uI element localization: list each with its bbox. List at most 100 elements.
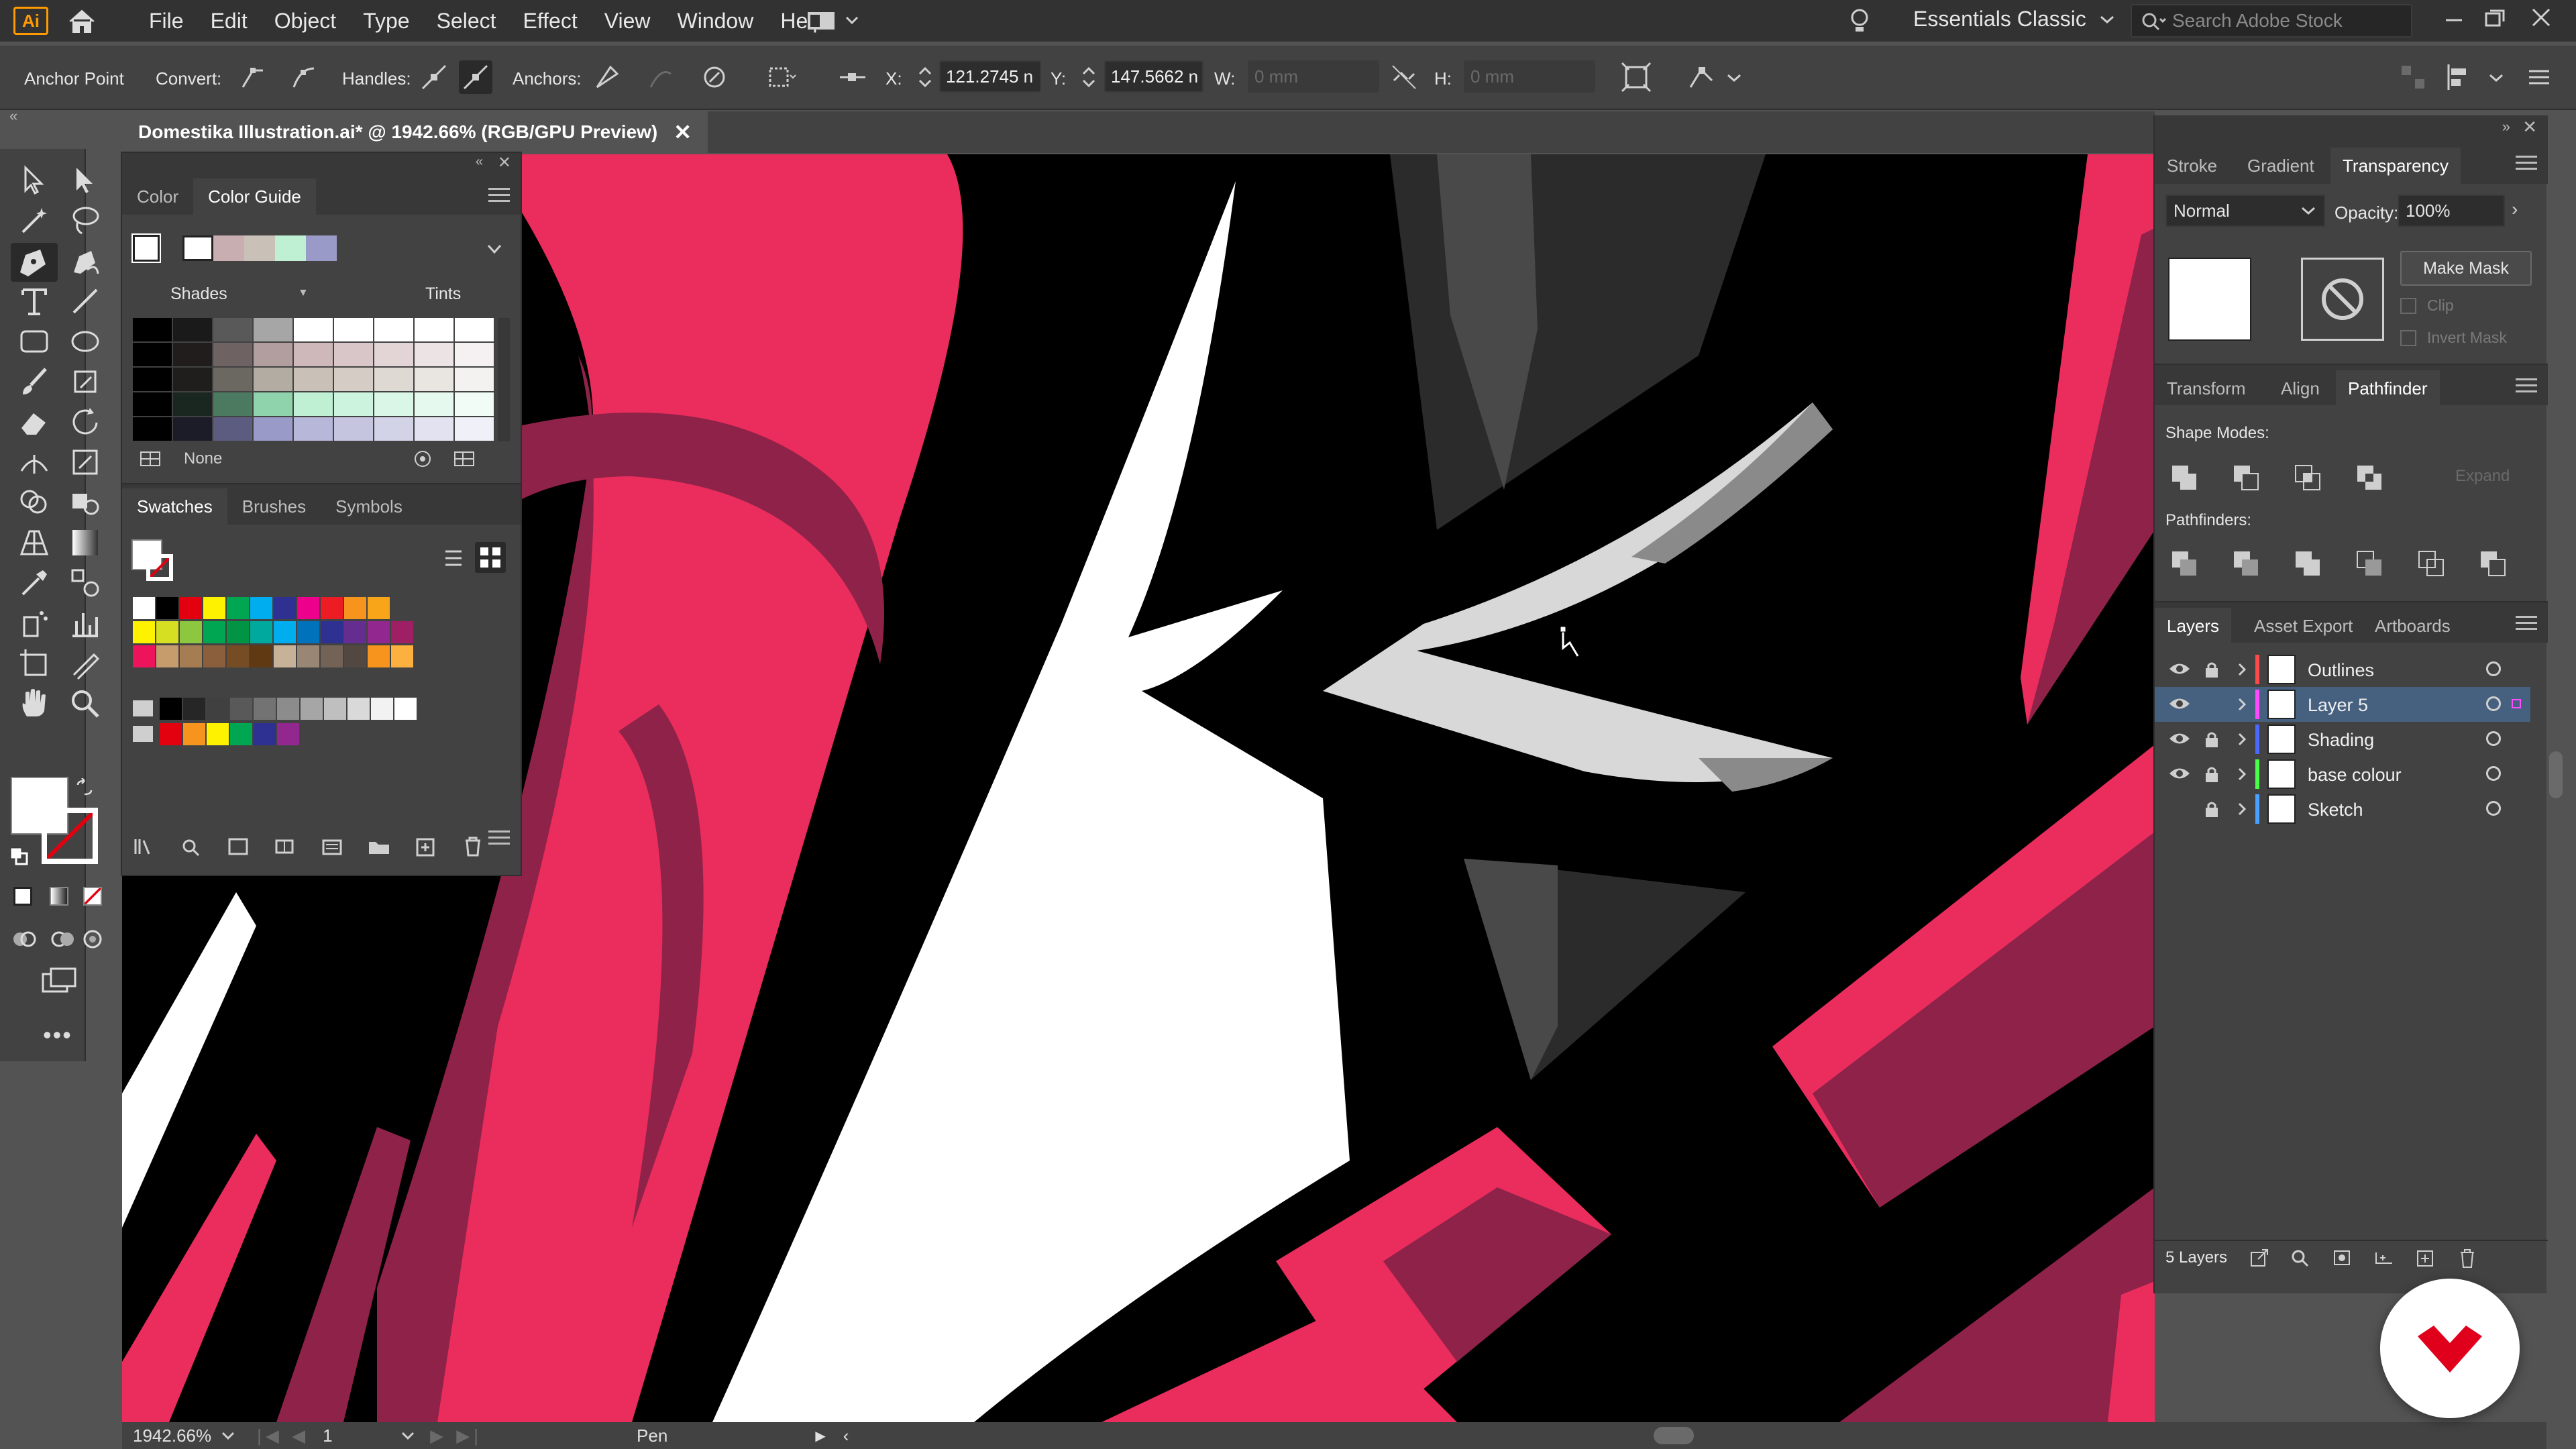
swatch[interactable] bbox=[321, 621, 343, 643]
close-panel-icon[interactable]: ✕ bbox=[498, 153, 511, 172]
tab-transparency[interactable]: Transparency bbox=[2330, 148, 2461, 184]
guide-swatch[interactable] bbox=[173, 368, 212, 391]
merge-icon[interactable] bbox=[2292, 547, 2324, 580]
direct-selection-tool-icon[interactable] bbox=[67, 162, 103, 199]
search-adobe-stock-input[interactable]: Search Adobe Stock bbox=[2131, 4, 2412, 38]
tab-transform[interactable]: Transform bbox=[2155, 370, 2258, 407]
guide-swatch[interactable] bbox=[213, 343, 252, 366]
artboard-prev-icons[interactable]: |◀ ◀ bbox=[257, 1426, 309, 1446]
menu-type[interactable]: Type bbox=[363, 9, 409, 34]
delete-layer-icon[interactable] bbox=[2455, 1247, 2479, 1269]
chevron-down-icon[interactable] bbox=[2486, 60, 2506, 94]
gradient-mode-icon[interactable] bbox=[50, 887, 68, 906]
draw-inside-icon[interactable] bbox=[79, 924, 106, 954]
edit-colors-icon[interactable] bbox=[411, 448, 435, 470]
guide-swatch[interactable] bbox=[254, 343, 292, 366]
artboard-select[interactable]: 1 bbox=[323, 1424, 417, 1448]
swatch[interactable] bbox=[133, 597, 155, 619]
lightbulb-icon[interactable] bbox=[1846, 7, 1873, 35]
draw-normal-icon[interactable] bbox=[9, 924, 39, 954]
guide-swatch[interactable] bbox=[254, 318, 292, 341]
opacity-arrow-icon[interactable]: › bbox=[2512, 199, 2518, 220]
guide-swatch[interactable] bbox=[455, 368, 494, 391]
guide-swatch[interactable] bbox=[133, 368, 172, 391]
guide-swatch[interactable] bbox=[334, 392, 373, 416]
slice-tool-icon[interactable] bbox=[67, 645, 103, 682]
home-icon[interactable] bbox=[67, 8, 97, 35]
pen-tool-icon[interactable] bbox=[11, 243, 58, 282]
graph-tool-icon[interactable] bbox=[67, 605, 103, 641]
locate-object-icon[interactable] bbox=[2289, 1247, 2313, 1269]
folder-icon[interactable] bbox=[133, 726, 153, 742]
isolate-group-icon[interactable] bbox=[765, 60, 798, 94]
eye-icon[interactable] bbox=[2168, 730, 2191, 747]
menu-object[interactable]: Object bbox=[274, 9, 336, 34]
perspective-grid-tool-icon[interactable] bbox=[16, 525, 52, 561]
chevron-right-icon[interactable] bbox=[2235, 766, 2249, 782]
make-mask-button[interactable]: Make Mask bbox=[2400, 251, 2532, 286]
make-clipping-mask-icon[interactable] bbox=[2330, 1247, 2355, 1269]
panel-menu-icon[interactable] bbox=[488, 188, 510, 204]
panel-menu-icon[interactable] bbox=[2516, 156, 2537, 172]
none-mode-icon[interactable] bbox=[83, 887, 102, 906]
guide-swatch[interactable] bbox=[455, 343, 494, 366]
swatch[interactable] bbox=[347, 698, 370, 720]
scroll-left-icon[interactable]: ‹ bbox=[843, 1426, 849, 1446]
swatch[interactable] bbox=[203, 645, 225, 667]
menu-edit[interactable]: Edit bbox=[211, 9, 248, 34]
y-position-field[interactable]: 147.5662 n bbox=[1104, 60, 1203, 93]
swatch[interactable] bbox=[321, 645, 343, 667]
swatch[interactable] bbox=[133, 621, 155, 643]
swatch[interactable] bbox=[324, 698, 346, 720]
new-swatch-icon[interactable] bbox=[413, 835, 439, 858]
swatch[interactable] bbox=[254, 698, 276, 720]
guide-swatch[interactable] bbox=[415, 417, 453, 441]
tab-color-guide[interactable]: Color Guide bbox=[193, 178, 316, 215]
swatch[interactable] bbox=[321, 597, 343, 619]
swatch[interactable] bbox=[160, 723, 182, 745]
horizontal-scroll-thumb[interactable] bbox=[1654, 1427, 1695, 1444]
type-tool-icon[interactable] bbox=[16, 283, 52, 319]
close-dock-icon[interactable]: ✕ bbox=[2522, 117, 2537, 138]
guide-swatch[interactable] bbox=[173, 343, 212, 366]
draw-behind-icon[interactable] bbox=[48, 924, 78, 954]
blend-tool-icon[interactable] bbox=[67, 565, 103, 601]
swatch[interactable] bbox=[391, 621, 413, 643]
guide-swatch[interactable] bbox=[213, 318, 252, 341]
swap-fill-stroke-icon[interactable] bbox=[75, 777, 94, 797]
layer-target-icon[interactable] bbox=[2486, 766, 2501, 781]
chevron-right-icon[interactable] bbox=[2235, 661, 2249, 678]
eye-icon[interactable] bbox=[2168, 765, 2191, 782]
guide-swatch[interactable] bbox=[294, 417, 333, 441]
tab-stroke[interactable]: Stroke bbox=[2155, 148, 2229, 184]
curvature-tool-icon[interactable] bbox=[67, 243, 103, 279]
free-transform-tool-icon[interactable] bbox=[67, 444, 103, 480]
guide-swatch[interactable] bbox=[374, 417, 413, 441]
align-icon[interactable] bbox=[2396, 60, 2430, 94]
close-window-icon[interactable] bbox=[2529, 4, 2553, 32]
selection-tool-icon[interactable] bbox=[16, 162, 52, 199]
menu-select[interactable]: Select bbox=[437, 9, 496, 34]
swatch[interactable] bbox=[230, 723, 252, 745]
collect-for-export-icon[interactable] bbox=[2247, 1247, 2271, 1269]
layer-target-icon[interactable] bbox=[2486, 696, 2501, 711]
cut-path-icon[interactable] bbox=[698, 60, 731, 94]
swatch[interactable] bbox=[203, 621, 225, 643]
swatch[interactable] bbox=[207, 723, 229, 745]
harmony-swatch[interactable] bbox=[182, 235, 213, 261]
guide-swatch[interactable] bbox=[455, 392, 494, 416]
swatch[interactable] bbox=[368, 597, 390, 619]
swatch[interactable] bbox=[344, 645, 366, 667]
guide-swatch[interactable] bbox=[334, 343, 373, 366]
guide-scrollbar[interactable] bbox=[498, 318, 510, 441]
swatch[interactable] bbox=[183, 723, 205, 745]
tab-align[interactable]: Align bbox=[2269, 370, 2332, 407]
save-color-group-icon[interactable] bbox=[451, 448, 478, 470]
shades-dropdown-icon[interactable]: ▼ bbox=[298, 287, 309, 299]
color-mode-icon[interactable] bbox=[13, 887, 32, 906]
swatch[interactable] bbox=[297, 645, 319, 667]
rotate-tool-icon[interactable] bbox=[67, 404, 103, 440]
guide-swatch[interactable] bbox=[133, 392, 172, 416]
tab-swatches[interactable]: Swatches bbox=[122, 488, 227, 525]
paintbrush-tool-icon[interactable] bbox=[16, 364, 52, 400]
